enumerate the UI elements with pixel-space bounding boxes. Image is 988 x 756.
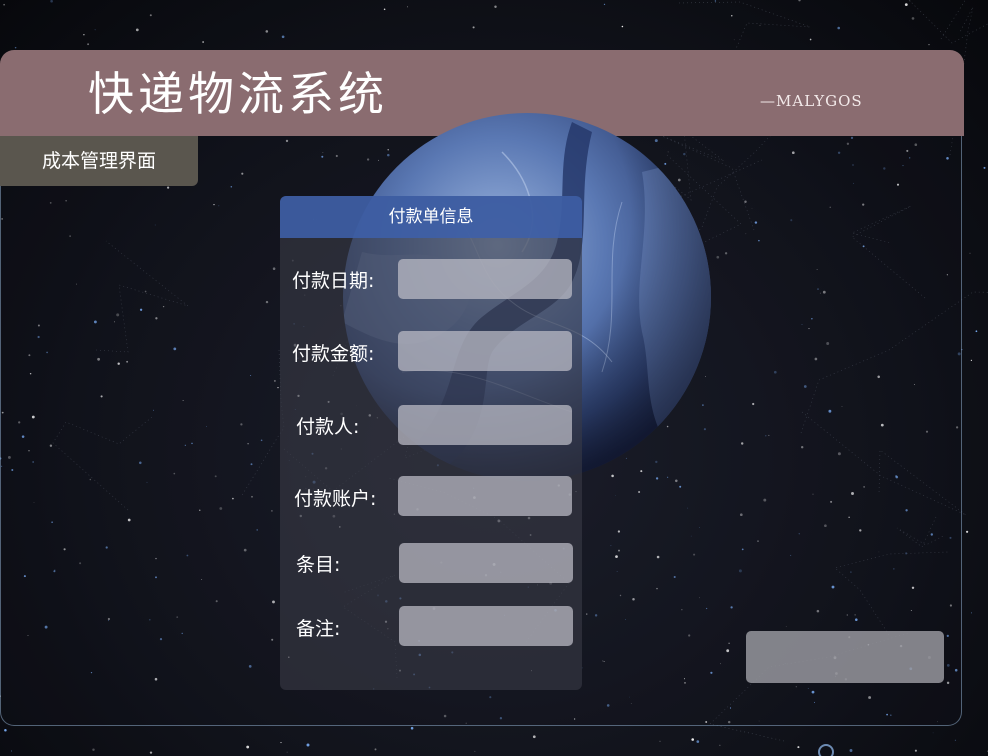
circle-icon [818, 744, 834, 756]
page-tab-cost-management[interactable]: 成本管理界面 [0, 136, 198, 186]
payment-date-input[interactable] [398, 259, 572, 299]
remark-input[interactable] [399, 606, 573, 646]
item-input[interactable] [399, 543, 573, 583]
payment-form-title: 付款单信息 [280, 196, 582, 238]
remark-label: 备注: [296, 618, 341, 640]
item-label: 条目: [296, 554, 341, 576]
payer-label: 付款人: [296, 416, 360, 438]
payment-amount-input[interactable] [398, 331, 572, 371]
payment-amount-label: 付款金额: [292, 343, 375, 365]
submit-button[interactable] [746, 631, 944, 683]
payment-account-label: 付款账户: [294, 488, 377, 510]
payer-input[interactable] [398, 405, 572, 445]
payment-account-input[interactable] [398, 476, 572, 516]
payment-date-label: 付款日期: [292, 270, 375, 292]
app-author-signature: —MALYGOS [760, 92, 863, 110]
